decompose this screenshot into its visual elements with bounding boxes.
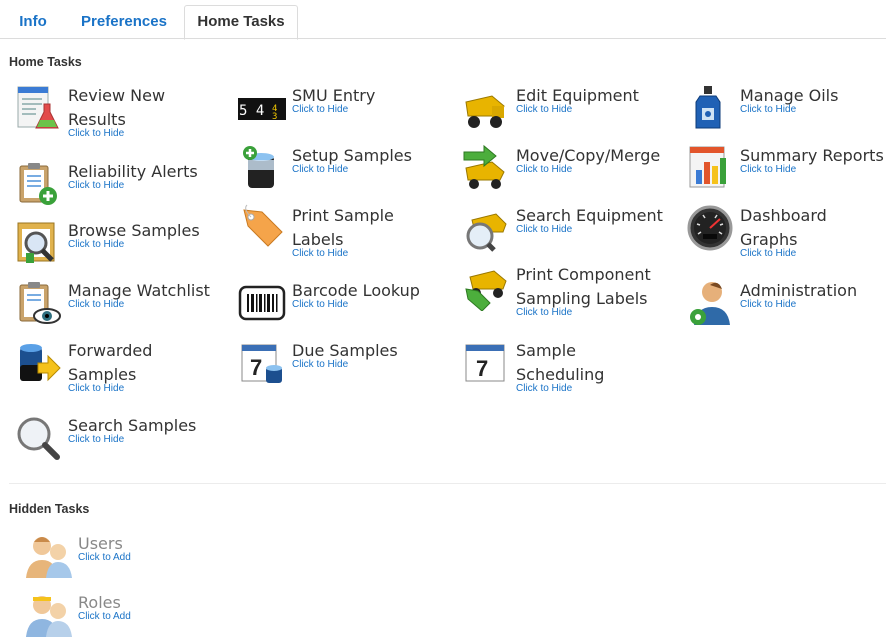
task-manage-watchlist[interactable]: Manage Watchlist Click to Hide bbox=[14, 279, 224, 327]
hide-link[interactable]: Click to Hide bbox=[68, 383, 223, 394]
task-manage-oils[interactable]: Manage Oils Click to Hide bbox=[686, 84, 886, 132]
bar-chart-report-icon bbox=[686, 144, 734, 192]
task-search-samples[interactable]: Search Samples Click to Hide bbox=[14, 414, 224, 462]
hide-link[interactable]: Click to Hide bbox=[292, 248, 442, 259]
odometer-counter-icon: 5 443 bbox=[238, 84, 286, 132]
task-label: Sample Scheduling bbox=[516, 341, 605, 384]
task-label: Dashboard Graphs bbox=[740, 206, 827, 249]
task-barcode-lookup[interactable]: Barcode Lookup Click to Hide bbox=[238, 279, 448, 327]
tab-home-tasks[interactable]: Home Tasks bbox=[184, 5, 298, 40]
add-link[interactable]: Click to Add bbox=[78, 552, 218, 563]
task-search-equipment[interactable]: Search Equipment Click to Hide bbox=[462, 204, 677, 252]
task-dashboard-graphs[interactable]: Dashboard Graphs Click to Hide bbox=[686, 204, 886, 266]
svg-text:7: 7 bbox=[476, 356, 488, 381]
task-label: Review New Results bbox=[68, 86, 166, 129]
add-link[interactable]: Click to Add bbox=[78, 611, 218, 622]
hide-link[interactable]: Click to Hide bbox=[68, 128, 223, 139]
section-divider bbox=[9, 483, 886, 484]
task-sample-scheduling[interactable]: 7 Sample Scheduling Click to Hide bbox=[462, 339, 677, 401]
speedometer-icon bbox=[686, 204, 734, 252]
svg-text:5 4: 5 4 bbox=[239, 103, 264, 119]
truck-magnifier-icon bbox=[462, 204, 510, 252]
task-due-samples[interactable]: 7 Due Samples Click to Hide bbox=[238, 339, 448, 387]
hide-link[interactable]: Click to Hide bbox=[740, 248, 880, 259]
magnifier-icon bbox=[14, 414, 62, 462]
truck-tag-icon bbox=[462, 263, 510, 311]
task-forwarded-samples[interactable]: Forwarded Samples Click to Hide bbox=[14, 339, 224, 401]
barcode-icon bbox=[238, 279, 286, 327]
dump-truck-icon bbox=[462, 84, 510, 132]
tag-label-icon bbox=[238, 204, 286, 252]
oil-bottle-icon bbox=[686, 84, 734, 132]
clipboard-add-icon bbox=[14, 160, 62, 208]
task-summary-reports[interactable]: Summary Reports Click to Hide bbox=[686, 144, 886, 192]
task-label: Print Component Sampling Labels bbox=[516, 265, 651, 308]
tab-info[interactable]: Info bbox=[8, 6, 58, 38]
admin-user-key-icon bbox=[686, 279, 734, 327]
task-setup-samples[interactable]: Setup Samples Click to Hide bbox=[238, 144, 448, 192]
task-label: Print Sample Labels bbox=[292, 206, 394, 249]
hidden-tasks-heading: Hidden Tasks bbox=[9, 502, 90, 516]
svg-text:3: 3 bbox=[272, 112, 277, 122]
task-smu-entry[interactable]: 5 443 SMU Entry Click to Hide bbox=[238, 84, 448, 132]
task-users[interactable]: Users Click to Add bbox=[24, 532, 224, 580]
bottle-add-icon bbox=[238, 144, 286, 192]
clipboard-eye-icon bbox=[14, 279, 62, 327]
truck-arrow-icon bbox=[462, 144, 510, 192]
task-label: Forwarded Samples bbox=[68, 341, 153, 384]
task-administration[interactable]: Administration Click to Hide bbox=[686, 279, 886, 327]
task-reliability-alerts[interactable]: Reliability Alerts Click to Hide bbox=[14, 160, 224, 208]
task-review-new-results[interactable]: Review New Results Click to Hide bbox=[14, 84, 224, 146]
task-move-copy-merge[interactable]: Move/Copy/Merge Click to Hide bbox=[462, 144, 677, 192]
roles-icon bbox=[24, 591, 72, 639]
calendar-bottle-icon: 7 bbox=[238, 339, 286, 387]
home-tasks-heading: Home Tasks bbox=[9, 55, 82, 69]
task-print-sample-labels[interactable]: Print Sample Labels Click to Hide bbox=[238, 204, 448, 266]
calendar-icon: 7 bbox=[462, 339, 510, 387]
browse-magnifier-icon bbox=[14, 219, 62, 267]
tab-bar-divider bbox=[0, 38, 886, 39]
report-flask-icon bbox=[14, 84, 62, 132]
task-browse-samples[interactable]: Browse Samples Click to Hide bbox=[14, 219, 224, 267]
users-icon bbox=[24, 532, 72, 580]
tab-bar: Info Preferences Home Tasks bbox=[0, 0, 886, 40]
task-roles[interactable]: Roles Click to Add bbox=[24, 591, 224, 637]
tab-preferences[interactable]: Preferences bbox=[68, 6, 180, 38]
svg-text:7: 7 bbox=[250, 355, 262, 380]
bottle-forward-arrow-icon bbox=[14, 339, 62, 387]
task-print-component-sampling-labels[interactable]: Print Component Sampling Labels Click to… bbox=[462, 263, 677, 325]
task-edit-equipment[interactable]: Edit Equipment Click to Hide bbox=[462, 84, 677, 132]
